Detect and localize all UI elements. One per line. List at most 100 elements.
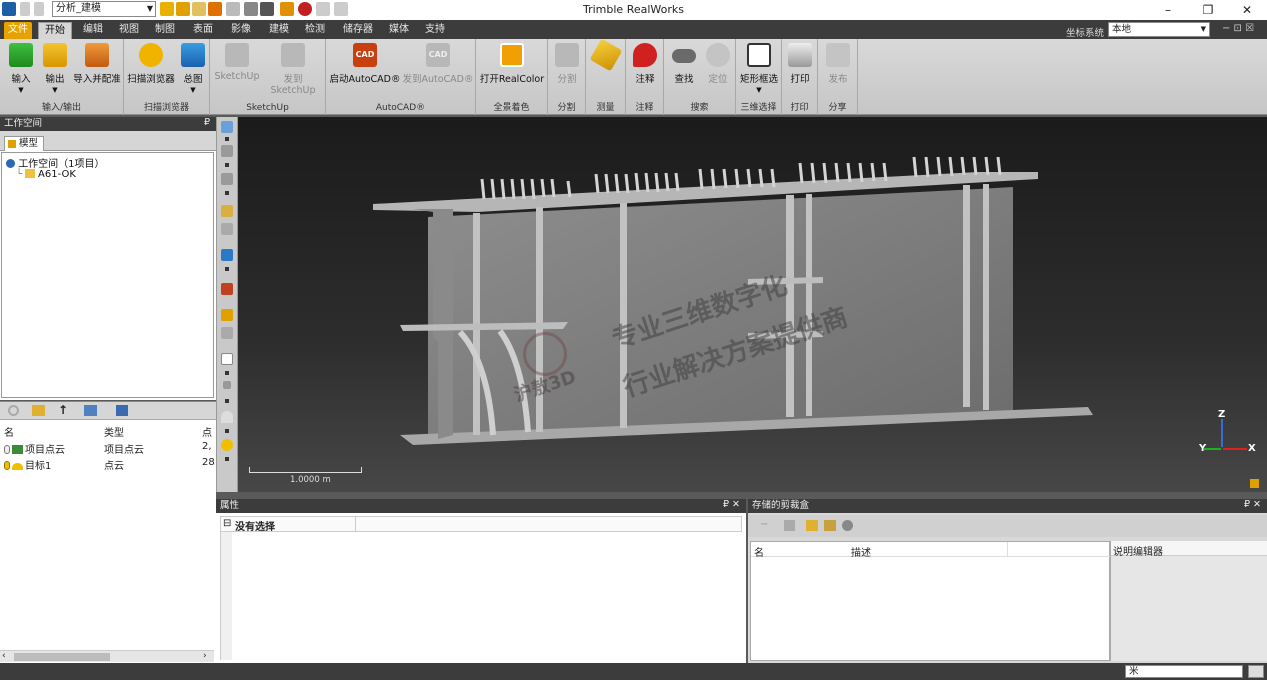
tab-image[interactable]: 影像 <box>226 22 256 39</box>
status-icon[interactable] <box>1248 665 1264 678</box>
tab-storage[interactable]: 储存器 <box>338 22 378 39</box>
arrow-icon[interactable] <box>225 191 229 195</box>
tree-project[interactable]: └ A61-OK <box>16 169 76 180</box>
maximize-button[interactable]: ❐ <box>1188 0 1228 20</box>
send-to-sketchup-button[interactable]: 发到SketchUp <box>262 43 324 96</box>
scroll-thumb[interactable] <box>14 653 110 661</box>
arrow-icon[interactable] <box>225 163 229 167</box>
open-folder-icon[interactable] <box>806 520 818 531</box>
minimize-button[interactable]: – <box>1148 0 1188 20</box>
warning-icon[interactable] <box>221 309 233 321</box>
note-editor[interactable]: 说明编辑器 <box>1110 541 1267 661</box>
tab-file[interactable]: 文件 <box>4 22 32 39</box>
close-button[interactable]: ✕ <box>1227 0 1267 20</box>
tab-inspection[interactable]: 检测 <box>300 22 330 39</box>
frame-icon[interactable] <box>221 353 233 365</box>
overview-button[interactable]: 总图 ▼ <box>178 43 208 94</box>
apply-icon[interactable] <box>784 520 795 531</box>
scan-browser-button[interactable]: 扫描浏览器 <box>126 43 176 85</box>
property-row[interactable]: ⊟ 没有选择 <box>220 516 742 533</box>
publish-button[interactable]: 发布 <box>822 43 854 85</box>
import-button[interactable]: 输入 ▼ <box>6 43 36 94</box>
print-button[interactable]: 打印 <box>784 43 816 85</box>
render-icon[interactable] <box>221 283 233 295</box>
project-icon <box>25 169 36 178</box>
tab-view[interactable]: 视图 <box>114 22 144 39</box>
open-realcolor-button[interactable]: 打开RealColor <box>478 43 546 85</box>
col-type[interactable]: 类型 <box>104 424 124 439</box>
cube-icon[interactable] <box>221 249 233 261</box>
tab-home[interactable]: 开始 <box>38 22 72 39</box>
annotation-button[interactable]: 注释 <box>628 43 662 85</box>
import-register-button[interactable]: 导入并配准 <box>72 43 122 85</box>
lightbulb-icon[interactable] <box>4 461 10 470</box>
sun-icon[interactable] <box>221 439 233 451</box>
pin-icon[interactable]: ₽ <box>204 117 210 129</box>
coord-system-select[interactable]: 本地 ▼ <box>1108 22 1210 37</box>
segment-button[interactable]: 分割 <box>550 43 584 85</box>
points-icon[interactable] <box>223 381 231 389</box>
pin-close-icon[interactable]: ₽ ✕ <box>1244 499 1261 511</box>
pin-close-icon[interactable]: ₽ ✕ <box>723 499 740 511</box>
list-item[interactable]: 项目点云 项目点云 2, <box>4 441 214 456</box>
up-arrow-icon[interactable]: ↑ <box>58 403 68 417</box>
expander-icon[interactable]: ⊟ <box>223 518 231 529</box>
pan-icon[interactable] <box>221 145 233 157</box>
annotation-icon <box>633 43 657 67</box>
arrow-icon[interactable] <box>225 399 229 403</box>
fly-icon[interactable] <box>221 205 233 217</box>
walk-icon[interactable] <box>221 223 233 235</box>
horizontal-scrollbar[interactable]: ‹ › <box>0 650 214 662</box>
clipbox-list-header: 名 描述 <box>751 542 1111 559</box>
locate-button[interactable]: 定位 <box>702 43 734 85</box>
tab-model[interactable]: 模型 <box>4 136 44 151</box>
find-button[interactable]: 查找 <box>668 43 700 85</box>
tab-media[interactable]: 媒体 <box>384 22 414 39</box>
column-divider <box>355 517 356 531</box>
arrow-icon[interactable] <box>225 371 229 375</box>
tab-surface[interactable]: 表面 <box>188 22 218 39</box>
zoom-icon[interactable] <box>221 173 233 185</box>
tab-modeling[interactable]: 建模 <box>264 22 294 39</box>
list-item[interactable]: 目标1 点云 28 <box>4 457 215 472</box>
tab-support[interactable]: 支持 <box>420 22 450 39</box>
object-list-pane: ↑ 名 类型 点 项目点云 项目点云 2, 目标1 点云 28 ‹ › <box>0 401 216 663</box>
tab-draft[interactable]: 制图 <box>150 22 180 39</box>
col-description[interactable]: 描述 <box>851 544 871 559</box>
arrow-icon[interactable] <box>225 267 229 271</box>
arrow-icon[interactable] <box>225 429 229 433</box>
remove-icon[interactable]: − <box>760 519 768 530</box>
launch-autocad-button[interactable]: CAD 启动AutoCAD® <box>328 43 402 85</box>
tree-root[interactable]: 工作空间（1项目） <box>6 155 105 170</box>
export-button[interactable]: 输出 ▼ <box>40 43 70 94</box>
tab-edit[interactable]: 编辑 <box>78 22 108 39</box>
ribbon-minimize-icon[interactable]: − ⊡ ☒ <box>1222 23 1254 34</box>
folder-icon[interactable] <box>32 405 45 416</box>
settings-icon[interactable] <box>116 405 128 416</box>
measure-button[interactable] <box>589 38 623 72</box>
sketchup-button[interactable]: SketchUp <box>212 43 262 82</box>
group-measure: 测量 <box>586 38 626 115</box>
arrow-icon[interactable] <box>225 137 229 141</box>
light-icon[interactable] <box>221 411 233 423</box>
unit-field[interactable]: 米 <box>1125 665 1243 678</box>
arrow-icon[interactable] <box>225 457 229 461</box>
layer-icon[interactable] <box>221 327 233 339</box>
save-folder-icon[interactable] <box>824 520 836 531</box>
note-editor-title: 说明编辑器 <box>1111 541 1267 558</box>
scroll-right-icon[interactable]: › <box>203 651 207 661</box>
lock-icon[interactable] <box>1250 479 1259 488</box>
3d-viewport[interactable]: 专业三维数字化 行业解决方案提供商 沪敖3D 1.0000 m Z X Y <box>238 117 1267 492</box>
col-points[interactable]: 点 <box>202 424 212 439</box>
view-mode-icon[interactable] <box>84 405 97 416</box>
lightbulb-icon[interactable] <box>4 445 10 454</box>
search-icon[interactable] <box>8 405 19 416</box>
send-to-autocad-button[interactable]: CAD 发到AutoCAD® <box>402 43 474 85</box>
col-name[interactable]: 名 <box>754 544 764 559</box>
col-name[interactable]: 名 <box>4 424 14 439</box>
scroll-left-icon[interactable]: ‹ <box>2 651 6 661</box>
rotate-icon[interactable] <box>221 121 233 133</box>
title-bar: 分析_建模 ▼ Trimble RealWorks – ❐ ✕ <box>0 0 1267 20</box>
globe-icon[interactable] <box>842 520 853 531</box>
rectangle-select-button[interactable]: 矩形框选 ▼ <box>738 43 780 94</box>
